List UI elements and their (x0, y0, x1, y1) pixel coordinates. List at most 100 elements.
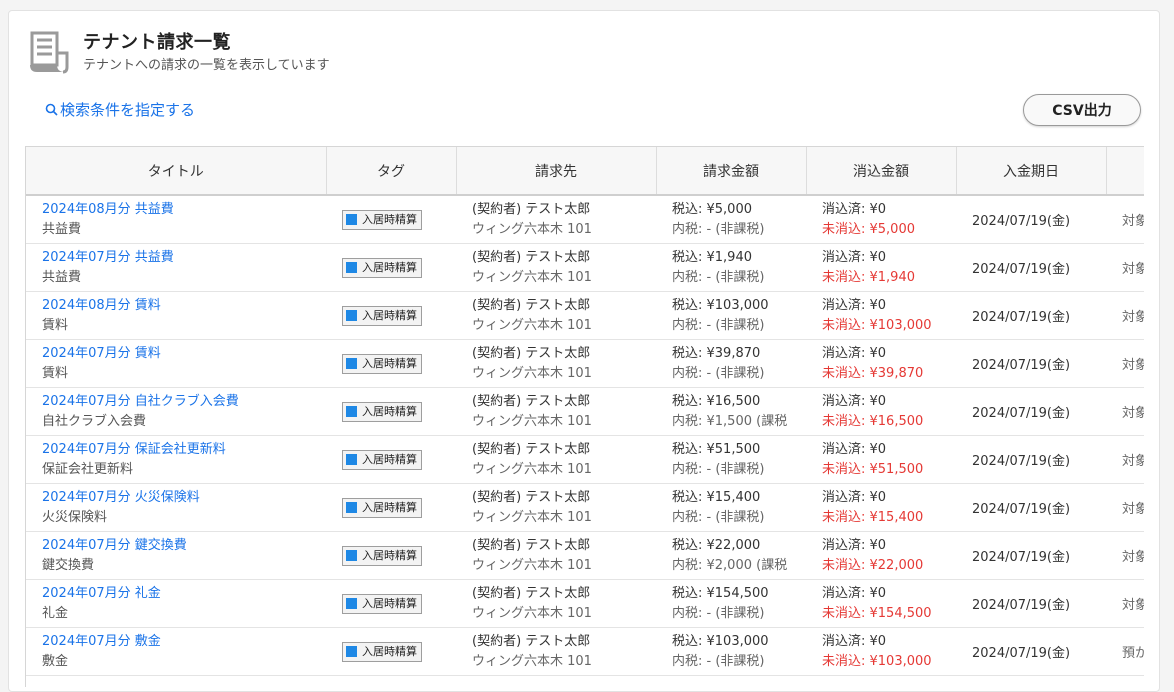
due-date-cell: 2024/07/19(金) (956, 531, 1106, 580)
invoice-title-link[interactable]: 2024年08月分 賃料 (42, 296, 326, 316)
invoice-title-link[interactable]: 2024年07月分 賃料 (42, 344, 326, 364)
title-cell: 2024年07月分 自社クラブ入会費 自社クラブ入会費 (26, 387, 326, 436)
table-row[interactable]: 2024年07月分 保証会社更新料 保証会社更新料 入居時精算 (契約者) テスト太郎… (26, 435, 1144, 484)
amount-tax-detail: 内税: - (非課税) (672, 221, 765, 237)
tag-badge[interactable]: 入居時精算 (342, 353, 422, 374)
tag-color-swatch (346, 310, 357, 321)
property-name: ウィング六本木 101 (472, 509, 592, 525)
tag-label: 入居時精算 (362, 260, 417, 274)
amount-tax-included: 税込: ¥22,000 (672, 537, 761, 553)
reconciled-amount-cell: 消込済: ¥0 未消込: ¥154,500 (806, 579, 956, 628)
tag-badge[interactable]: 入居時精算 (342, 545, 422, 566)
table-row[interactable]: 2024年07月分 礼金 礼金 入居時精算 (契約者) テスト太郎 ウィング六本木 10… (26, 579, 1144, 628)
due-date-cell: 2024/07/19(金) (956, 339, 1106, 388)
amount-tax-included: 税込: ¥103,000 (672, 633, 769, 649)
due-date-cell: 2024/07/19(金) (956, 291, 1106, 340)
property-name: ウィング六本木 101 (472, 413, 592, 429)
billed-amount-cell: 税込: ¥51,500 内税: - (非課税) (656, 435, 806, 484)
tag-color-swatch (346, 262, 357, 273)
amount-tax-included: 税込: ¥39,870 (672, 345, 761, 361)
tag-cell: 入居時精算 (326, 243, 456, 292)
invoice-title-link[interactable]: 2024年07月分 自社クラブ入会費 (42, 392, 326, 412)
tag-badge[interactable]: 入居時精算 (342, 305, 422, 326)
header-tag: タグ (326, 147, 457, 196)
invoice-title-link[interactable]: 2024年07月分 共益費 (42, 248, 326, 268)
tag-color-swatch (346, 358, 357, 369)
table-row[interactable]: 2024年07月分 火災保険料 火災保険料 入居時精算 (契約者) テスト太郎 ウィング… (26, 483, 1144, 532)
billed-amount-cell: 税込: ¥39,870 内税: - (非課税) (656, 339, 806, 388)
reconciled-amount-cell: 消込済: ¥0 未消込: ¥16,500 (806, 387, 956, 436)
csv-export-button[interactable]: CSV出力 (1023, 94, 1141, 126)
tag-label: 入居時精算 (362, 548, 417, 562)
tag-badge[interactable]: 入居時精算 (342, 401, 422, 422)
tag-label: 入居時精算 (362, 500, 417, 514)
unreconciled-amount: 未消込: ¥16,500 (822, 413, 924, 429)
amount-tax-included: 税込: ¥103,000 (672, 297, 769, 313)
invoice-title-link[interactable]: 2024年07月分 火災保険料 (42, 488, 326, 508)
tag-badge[interactable]: 入居時精算 (342, 497, 422, 518)
table-row[interactable]: 2024年08月分 賃料 賃料 入居時精算 (契約者) テスト太郎 ウィング六本木 10… (26, 291, 1144, 340)
title-cell: 2024年07月分 保証会社更新料 保証会社更新料 (26, 435, 326, 484)
title-cell: 2024年07月分 礼金 礼金 (26, 579, 326, 628)
reconciled-amount-cell: 消込済: ¥0 未消込: ¥1,940 (806, 243, 956, 292)
tag-cell: 入居時精算 (326, 627, 456, 676)
search-conditions-label: 検索条件を指定する (60, 101, 196, 119)
billed-amount-cell: 税込: ¥103,000 内税: - (非課税) (656, 627, 806, 676)
tag-cell: 入居時精算 (326, 195, 456, 244)
title-cell: 2024年07月分 共益費 共益費 (26, 243, 326, 292)
billing-to-cell: (契約者) テスト太郎 ウィング六本木 101 (456, 483, 656, 532)
reconciled-amount-cell: 消込済: ¥0 未消込: ¥103,000 (806, 291, 956, 340)
tag-badge[interactable]: 入居時精算 (342, 593, 422, 614)
tag-badge[interactable]: 入居時精算 (342, 449, 422, 470)
table-row[interactable]: 2024年08月分 共益費 共益費 入居時精算 (契約者) テスト太郎 ウィング六本木 … (26, 195, 1144, 244)
reconciled-amount-cell: 消込済: ¥0 未消込: ¥22,000 (806, 531, 956, 580)
extra-cell: 対象 (1106, 435, 1144, 484)
invoice-title-link[interactable]: 2024年07月分 保証会社更新料 (42, 440, 326, 460)
amount-tax-detail: 内税: - (非課税) (672, 653, 765, 669)
billed-amount-cell: 税込: ¥103,000 内税: - (非課税) (656, 291, 806, 340)
search-conditions-link[interactable]: 検索条件を指定する (45, 99, 195, 120)
reconciled-amount: 消込済: ¥0 (822, 201, 887, 217)
tag-badge[interactable]: 入居時精算 (342, 209, 422, 230)
invoice-title-link[interactable]: 2024年07月分 敷金 (42, 632, 326, 652)
unreconciled-amount: 未消込: ¥154,500 (822, 605, 932, 621)
table-row[interactable]: 2024年07月分 賃料 賃料 入居時精算 (契約者) テスト太郎 ウィング六本木 10… (26, 339, 1144, 388)
tag-badge[interactable]: 入居時精算 (342, 257, 422, 278)
reconciled-amount: 消込済: ¥0 (822, 345, 887, 361)
unreconciled-amount: 未消込: ¥5,000 (822, 221, 915, 237)
header-title: タイトル (26, 147, 327, 196)
contractor-name: (契約者) テスト太郎 (472, 345, 591, 361)
extra-cell: 対象 (1106, 387, 1144, 436)
reconciled-amount: 消込済: ¥0 (822, 249, 887, 265)
table-row[interactable]: 2024年07月分 鍵交換費 鍵交換費 入居時精算 (契約者) テスト太郎 ウィング六本… (26, 531, 1144, 580)
reconciled-amount-cell: 消込済: ¥0 未消込: ¥51,500 (806, 435, 956, 484)
table-row[interactable]: 2024年07月分 敷金 敷金 入居時精算 (契約者) テスト太郎 ウィング六本木 10… (26, 627, 1144, 676)
billing-to-cell: (契約者) テスト太郎 ウィング六本木 101 (456, 435, 656, 484)
billing-table-container[interactable]: タイトル タグ 請求先 請求金額 消込金額 入金期日 2024年08月分 共益費… (25, 146, 1144, 687)
header-extra (1106, 147, 1144, 196)
page-subtitle: テナントへの請求の一覧を表示しています (83, 58, 330, 73)
table-row[interactable]: 2024年07月分 自社クラブ入会費 自社クラブ入会費 入居時精算 (契約者) テスト… (26, 387, 1144, 436)
contractor-name: (契約者) テスト太郎 (472, 585, 591, 601)
reconciled-amount: 消込済: ¥0 (822, 585, 887, 601)
contractor-name: (契約者) テスト太郎 (472, 489, 591, 505)
reconciled-amount: 消込済: ¥0 (822, 393, 887, 409)
table-row[interactable]: 2024年07月分 共益費 共益費 入居時精算 (契約者) テスト太郎 ウィング六本木 … (26, 243, 1144, 292)
property-name: ウィング六本木 101 (472, 365, 592, 381)
extra-cell: 預か (1106, 627, 1144, 676)
property-name: ウィング六本木 101 (472, 269, 592, 285)
search-icon (45, 103, 58, 116)
invoice-title-link[interactable]: 2024年07月分 礼金 (42, 584, 326, 604)
reconciled-amount-cell: 消込済: ¥0 未消込: ¥15,400 (806, 483, 956, 532)
invoice-title-link[interactable]: 2024年07月分 鍵交換費 (42, 536, 326, 556)
extra-cell: 対象 (1106, 195, 1144, 244)
tag-badge[interactable]: 入居時精算 (342, 641, 422, 662)
due-date-cell: 2024/07/19(金) (956, 195, 1106, 244)
unreconciled-amount: 未消込: ¥1,940 (822, 269, 915, 285)
amount-tax-included: 税込: ¥154,500 (672, 585, 769, 601)
contractor-name: (契約者) テスト太郎 (472, 249, 591, 265)
tag-cell: 入居時精算 (326, 483, 456, 532)
tag-label: 入居時精算 (362, 308, 417, 322)
invoice-title-link[interactable]: 2024年08月分 共益費 (42, 200, 326, 220)
amount-tax-detail: 内税: - (非課税) (672, 461, 765, 477)
